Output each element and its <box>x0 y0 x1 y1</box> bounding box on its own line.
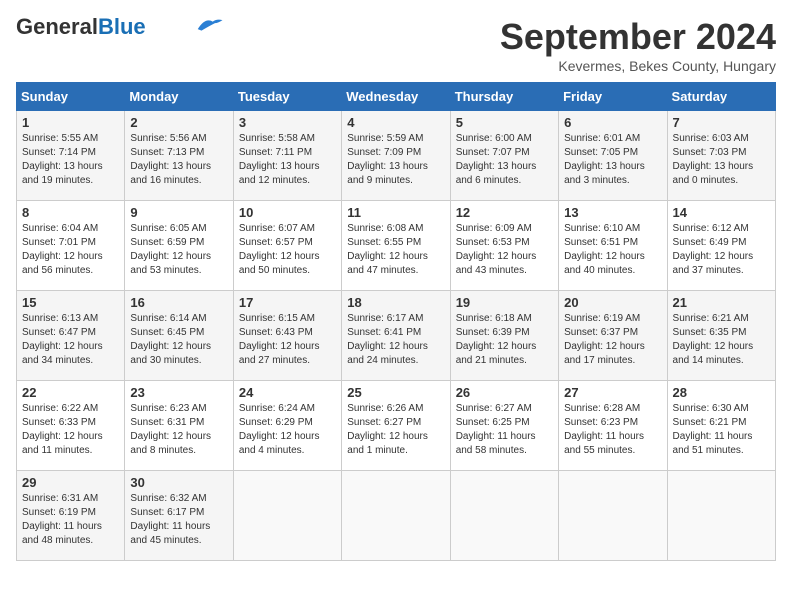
table-row: 15 Sunrise: 6:13 AMSunset: 6:47 PMDaylig… <box>17 291 125 381</box>
table-row: 1 Sunrise: 5:55 AMSunset: 7:14 PMDayligh… <box>17 111 125 201</box>
table-row: 12 Sunrise: 6:09 AMSunset: 6:53 PMDaylig… <box>450 201 558 291</box>
table-row: 9 Sunrise: 6:05 AMSunset: 6:59 PMDayligh… <box>125 201 233 291</box>
col-wednesday: Wednesday <box>342 83 450 111</box>
table-row: 4 Sunrise: 5:59 AMSunset: 7:09 PMDayligh… <box>342 111 450 201</box>
col-saturday: Saturday <box>667 83 775 111</box>
col-thursday: Thursday <box>450 83 558 111</box>
header-row: Sunday Monday Tuesday Wednesday Thursday… <box>17 83 776 111</box>
table-row: 13 Sunrise: 6:10 AMSunset: 6:51 PMDaylig… <box>559 201 667 291</box>
table-row <box>342 471 450 561</box>
table-row: 7 Sunrise: 6:03 AMSunset: 7:03 PMDayligh… <box>667 111 775 201</box>
title-section: September 2024 Kevermes, Bekes County, H… <box>500 16 776 74</box>
table-row: 11 Sunrise: 6:08 AMSunset: 6:55 PMDaylig… <box>342 201 450 291</box>
logo: GeneralBlue <box>16 16 224 38</box>
calendar-week-row: 22 Sunrise: 6:22 AMSunset: 6:33 PMDaylig… <box>17 381 776 471</box>
page-header: GeneralBlue September 2024 Kevermes, Bek… <box>16 16 776 74</box>
table-row: 30 Sunrise: 6:32 AMSunset: 6:17 PMDaylig… <box>125 471 233 561</box>
table-row: 16 Sunrise: 6:14 AMSunset: 6:45 PMDaylig… <box>125 291 233 381</box>
location-title: Kevermes, Bekes County, Hungary <box>500 58 776 74</box>
calendar-week-row: 1 Sunrise: 5:55 AMSunset: 7:14 PMDayligh… <box>17 111 776 201</box>
table-row: 3 Sunrise: 5:58 AMSunset: 7:11 PMDayligh… <box>233 111 341 201</box>
table-row: 18 Sunrise: 6:17 AMSunset: 6:41 PMDaylig… <box>342 291 450 381</box>
table-row <box>233 471 341 561</box>
col-tuesday: Tuesday <box>233 83 341 111</box>
table-row: 19 Sunrise: 6:18 AMSunset: 6:39 PMDaylig… <box>450 291 558 381</box>
table-row: 21 Sunrise: 6:21 AMSunset: 6:35 PMDaylig… <box>667 291 775 381</box>
table-row: 5 Sunrise: 6:00 AMSunset: 7:07 PMDayligh… <box>450 111 558 201</box>
calendar-week-row: 15 Sunrise: 6:13 AMSunset: 6:47 PMDaylig… <box>17 291 776 381</box>
month-title: September 2024 <box>500 16 776 58</box>
logo-bird-icon <box>194 15 224 35</box>
table-row: 25 Sunrise: 6:26 AMSunset: 6:27 PMDaylig… <box>342 381 450 471</box>
table-row <box>667 471 775 561</box>
logo-text: GeneralBlue <box>16 16 146 38</box>
table-row: 2 Sunrise: 5:56 AMSunset: 7:13 PMDayligh… <box>125 111 233 201</box>
col-sunday: Sunday <box>17 83 125 111</box>
table-row <box>559 471 667 561</box>
table-row: 27 Sunrise: 6:28 AMSunset: 6:23 PMDaylig… <box>559 381 667 471</box>
table-row: 23 Sunrise: 6:23 AMSunset: 6:31 PMDaylig… <box>125 381 233 471</box>
table-row: 8 Sunrise: 6:04 AMSunset: 7:01 PMDayligh… <box>17 201 125 291</box>
table-row: 20 Sunrise: 6:19 AMSunset: 6:37 PMDaylig… <box>559 291 667 381</box>
table-row: 29 Sunrise: 6:31 AMSunset: 6:19 PMDaylig… <box>17 471 125 561</box>
col-friday: Friday <box>559 83 667 111</box>
table-row: 22 Sunrise: 6:22 AMSunset: 6:33 PMDaylig… <box>17 381 125 471</box>
table-row: 24 Sunrise: 6:24 AMSunset: 6:29 PMDaylig… <box>233 381 341 471</box>
table-row: 26 Sunrise: 6:27 AMSunset: 6:25 PMDaylig… <box>450 381 558 471</box>
table-row: 17 Sunrise: 6:15 AMSunset: 6:43 PMDaylig… <box>233 291 341 381</box>
table-row: 14 Sunrise: 6:12 AMSunset: 6:49 PMDaylig… <box>667 201 775 291</box>
col-monday: Monday <box>125 83 233 111</box>
table-row: 10 Sunrise: 6:07 AMSunset: 6:57 PMDaylig… <box>233 201 341 291</box>
table-row: 28 Sunrise: 6:30 AMSunset: 6:21 PMDaylig… <box>667 381 775 471</box>
calendar-week-row: 8 Sunrise: 6:04 AMSunset: 7:01 PMDayligh… <box>17 201 776 291</box>
table-row: 6 Sunrise: 6:01 AMSunset: 7:05 PMDayligh… <box>559 111 667 201</box>
calendar-table: Sunday Monday Tuesday Wednesday Thursday… <box>16 82 776 561</box>
table-row <box>450 471 558 561</box>
calendar-week-row: 29 Sunrise: 6:31 AMSunset: 6:19 PMDaylig… <box>17 471 776 561</box>
